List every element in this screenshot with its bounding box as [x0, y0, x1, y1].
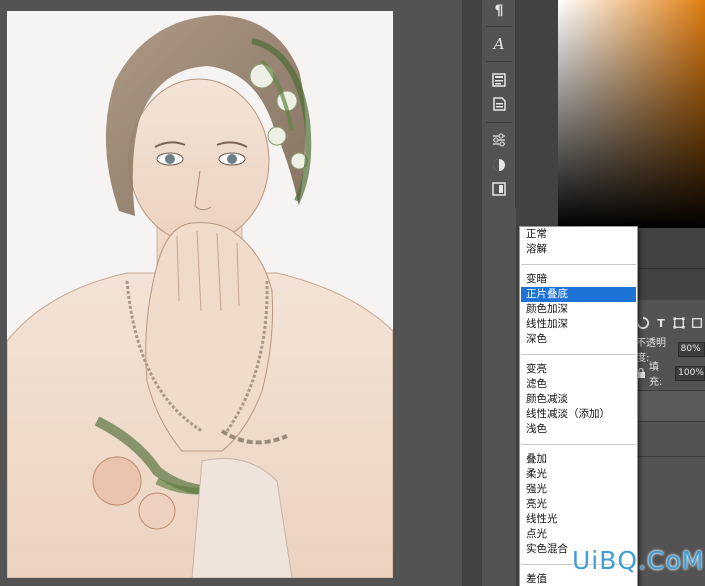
color-picker-field[interactable] — [558, 0, 705, 228]
blend-mode-dropdown[interactable]: 正常 溶解 变暗 正片叠底 颜色加深 线性加深 深色 变亮 滤色 颜色减淡 线性… — [519, 226, 638, 586]
character-icon: A — [493, 35, 505, 53]
libraries-button[interactable] — [488, 178, 510, 200]
shape-filter-icon[interactable] — [672, 316, 686, 330]
blend-mode-item[interactable]: 颜色减淡 — [521, 392, 636, 407]
blend-mode-item[interactable]: 深色 — [521, 332, 636, 347]
blend-mode-item[interactable]: 变亮 — [521, 362, 636, 377]
paragraph-styles-icon — [492, 73, 506, 87]
toolbar-separator — [486, 26, 512, 27]
adjustments-icon — [493, 133, 505, 147]
opacity-row: 不透明度: 80% — [636, 338, 705, 364]
blend-mode-item[interactable]: 线性加深 — [521, 317, 636, 332]
canvas-area[interactable] — [0, 0, 482, 586]
paragraph-icon: ¶ — [494, 3, 504, 19]
site-watermark: UiBQ.CoM — [572, 546, 705, 575]
character-styles-button[interactable] — [488, 93, 510, 115]
blend-mode-item[interactable]: 颜色加深 — [521, 302, 636, 317]
opacity-input[interactable]: 80% — [677, 341, 705, 357]
blend-mode-item-selected[interactable]: 正片叠底 — [521, 287, 636, 302]
layer-row[interactable] — [636, 423, 705, 457]
type-filter-icon[interactable]: T — [654, 316, 668, 330]
styles-button[interactable] — [488, 154, 510, 176]
blend-mode-item[interactable]: 点光 — [521, 527, 636, 542]
fill-label: 填充: — [648, 362, 663, 388]
blend-mode-item[interactable]: 亮光 — [521, 497, 636, 512]
paragraph-styles-button[interactable] — [488, 69, 510, 91]
menu-separator — [521, 264, 636, 265]
toolbar-separator — [486, 61, 512, 62]
character-panel-button[interactable]: A — [488, 33, 510, 55]
blend-mode-item[interactable]: 正常 — [521, 227, 636, 242]
layer-filter-row: T — [636, 313, 705, 333]
panel-icon-strip: ¶ A — [482, 0, 516, 208]
document-artwork[interactable] — [7, 11, 393, 578]
blend-mode-item[interactable]: 变暗 — [521, 272, 636, 287]
menu-separator — [521, 354, 636, 355]
paragraph-panel-button[interactable]: ¶ — [488, 0, 510, 22]
blend-mode-item[interactable]: 强光 — [521, 482, 636, 497]
blend-mode-item[interactable]: 叠加 — [521, 452, 636, 467]
canvas-gutter — [462, 0, 482, 586]
layer-row[interactable] — [636, 390, 705, 422]
blend-mode-item[interactable]: 溶解 — [521, 242, 636, 257]
circle-filter-icon[interactable] — [636, 316, 650, 330]
styles-icon — [493, 159, 505, 171]
blend-mode-item[interactable]: 滤色 — [521, 377, 636, 392]
toolbar-separator — [486, 122, 512, 123]
blend-mode-item[interactable]: 线性光 — [521, 512, 636, 527]
fill-input[interactable]: 100% — [675, 365, 705, 381]
libraries-icon — [492, 182, 506, 196]
blend-mode-item[interactable]: 线性减淡（添加） — [521, 407, 636, 422]
fill-row: 填充: 100% — [636, 362, 705, 388]
blend-mode-item[interactable]: 浅色 — [521, 422, 636, 437]
smart-object-filter-icon[interactable] — [690, 316, 704, 330]
photoshop-window: ¶ A T 不透明度: 80% 填充: 100% 正常 溶解 变暗 正片叠底 颜… — [0, 0, 705, 586]
menu-separator — [521, 444, 636, 445]
sketch-portrait-image — [7, 11, 393, 578]
blend-mode-item[interactable]: 柔光 — [521, 467, 636, 482]
adjustments-button[interactable] — [488, 129, 510, 151]
character-styles-icon — [493, 97, 506, 111]
